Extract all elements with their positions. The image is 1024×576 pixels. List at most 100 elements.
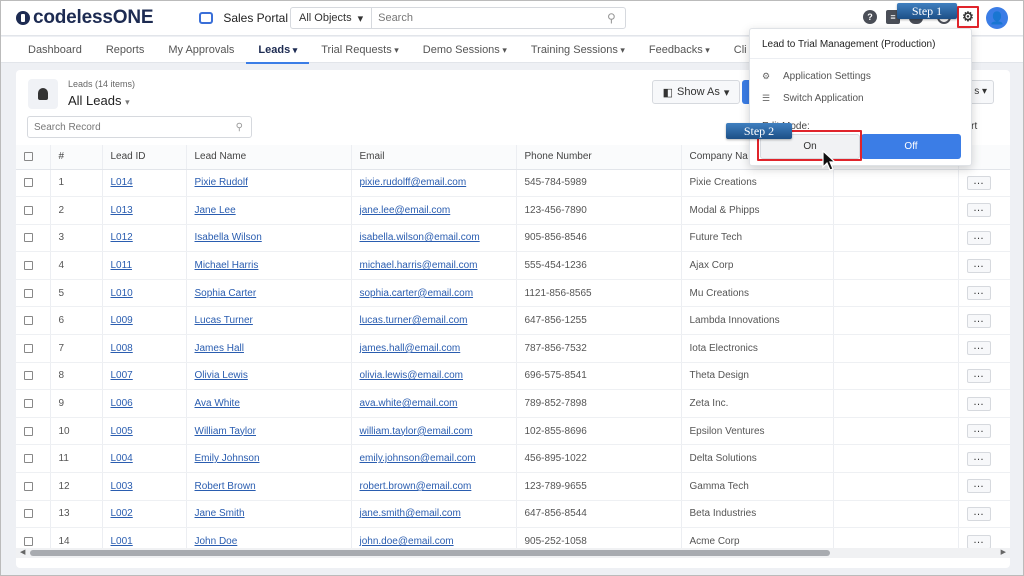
email-link[interactable]: olivia.lewis@email.com [360, 370, 464, 381]
column-header-num[interactable]: # [50, 145, 103, 170]
nav-tab-training-sessions[interactable]: Training Sessions ▾ [519, 37, 637, 63]
table-row[interactable]: 10 L005 William Taylor william.taylor@email… [16, 417, 1010, 446]
lead-id-link[interactable]: L004 [111, 453, 133, 464]
email-link[interactable]: emily.johnson@email.com [360, 453, 476, 464]
more-actions-icon[interactable]: … [966, 424, 991, 439]
column-header-lead-id[interactable]: Lead ID [102, 145, 187, 170]
more-actions-icon[interactable]: … [966, 286, 991, 301]
lead-id-link[interactable]: L012 [111, 232, 133, 243]
row-checkbox[interactable] [24, 260, 33, 270]
lead-name-link[interactable]: James Hall [195, 343, 244, 354]
email-link[interactable]: isabella.wilson@email.com [360, 232, 480, 243]
email-link[interactable]: jane.smith@email.com [360, 508, 461, 519]
more-actions-icon[interactable]: … [966, 506, 991, 521]
lead-id-link[interactable]: L006 [111, 398, 133, 409]
nav-tab-feedbacks[interactable]: Feedbacks ▾ [637, 37, 722, 63]
email-link[interactable]: ava.white@email.com [360, 398, 458, 409]
search-icon[interactable]: ⚲ [607, 11, 625, 25]
row-checkbox[interactable] [24, 398, 33, 408]
column-header-phone[interactable]: Phone Number [516, 145, 682, 170]
application-settings-item[interactable]: ⚙ Application Settings [750, 65, 971, 87]
email-link[interactable]: pixie.rudolff@email.com [360, 177, 467, 188]
user-avatar[interactable]: 👤 [986, 7, 1008, 29]
email-link[interactable]: james.hall@email.com [360, 343, 461, 354]
portal-switcher[interactable]: Sales Portal [199, 11, 288, 25]
table-row[interactable]: 1 L014 Pixie Rudolf pixie.rudolff@email.com… [16, 169, 1010, 198]
lead-name-link[interactable]: Jane Smith [195, 508, 245, 519]
table-row[interactable]: 7 L008 James Hall james.hall@email.com 787-8… [16, 334, 1010, 363]
show-as-button[interactable]: ◧ Show As ▾ [652, 80, 740, 104]
table-row[interactable]: 12 L003 Robert Brown robert.brown@email.com… [16, 472, 1010, 501]
lead-id-link[interactable]: L003 [111, 481, 133, 492]
email-link[interactable]: lucas.turner@email.com [360, 315, 468, 326]
lead-name-link[interactable]: Lucas Turner [195, 315, 253, 326]
lead-name-link[interactable]: Sophia Carter [195, 288, 257, 299]
object-select[interactable]: All Objects ▾ [291, 8, 373, 28]
view-selector[interactable]: All Leads ▾ [68, 93, 130, 108]
table-row[interactable]: 3 L012 Isabella Wilson isabella.wilson@emai… [16, 224, 1010, 253]
lead-id-link[interactable]: L014 [111, 177, 133, 188]
nav-tab-reports[interactable]: Reports [94, 37, 157, 63]
more-actions-icon[interactable]: … [966, 479, 991, 494]
scroll-right-icon[interactable]: ▶ [1001, 548, 1006, 556]
more-actions-icon[interactable]: … [966, 396, 991, 411]
lead-id-link[interactable]: L008 [111, 343, 133, 354]
email-link[interactable]: jane.lee@email.com [360, 205, 451, 216]
table-row[interactable]: 2 L013 Jane Lee jane.lee@email.com 123-456-7… [16, 196, 1010, 225]
row-checkbox[interactable] [24, 426, 33, 436]
lead-id-link[interactable]: L007 [111, 370, 133, 381]
row-checkbox[interactable] [24, 536, 33, 546]
nav-tab-trial-requests[interactable]: Trial Requests ▾ [309, 37, 411, 63]
help-icon[interactable]: ? [863, 10, 877, 24]
search-input[interactable]: Search [372, 12, 607, 24]
lead-id-link[interactable]: L011 [111, 260, 133, 271]
select-all-checkbox[interactable] [24, 152, 33, 162]
row-checkbox[interactable] [24, 316, 33, 326]
column-header-email[interactable]: Email [351, 145, 517, 170]
lead-name-link[interactable]: John Doe [195, 536, 238, 547]
column-header-lead-name[interactable]: Lead Name [186, 145, 352, 170]
lead-name-link[interactable]: Jane Lee [195, 205, 236, 216]
table-row[interactable]: 8 L007 Olivia Lewis olivia.lewis@email.com 6… [16, 362, 1010, 391]
more-actions-icon[interactable]: … [966, 451, 991, 466]
nav-tab-dashboard[interactable]: Dashboard [16, 37, 94, 63]
row-checkbox[interactable] [24, 288, 33, 298]
logo[interactable]: codeless ONE [16, 7, 154, 29]
email-link[interactable]: john.doe@email.com [360, 536, 454, 547]
lead-name-link[interactable]: Emily Johnson [195, 453, 260, 464]
row-checkbox[interactable] [24, 343, 33, 353]
scroll-left-icon[interactable]: ◀ [20, 548, 25, 556]
lead-name-link[interactable]: Pixie Rudolf [195, 177, 248, 188]
more-actions-icon[interactable]: … [966, 534, 991, 549]
table-row[interactable]: 4 L011 Michael Harris michael.harris@email.… [16, 251, 1010, 280]
more-actions-icon[interactable]: … [966, 368, 991, 383]
scrollbar-thumb[interactable] [30, 550, 830, 556]
row-checkbox[interactable] [24, 481, 33, 491]
more-actions-icon[interactable]: … [966, 203, 991, 218]
edit-mode-off-button[interactable]: Off [861, 134, 961, 159]
nav-tab-my-approvals[interactable]: My Approvals [156, 37, 246, 63]
table-row[interactable]: 5 L010 Sophia Carter sophia.carter@email.co… [16, 279, 1010, 308]
email-link[interactable]: sophia.carter@email.com [360, 288, 474, 299]
row-checkbox[interactable] [24, 371, 33, 381]
row-checkbox[interactable] [24, 509, 33, 519]
table-row[interactable]: 6 L009 Lucas Turner lucas.turner@email.com 6… [16, 306, 1010, 336]
lead-id-link[interactable]: L010 [111, 288, 133, 299]
lead-id-link[interactable]: L009 [111, 315, 133, 326]
switch-application-item[interactable]: ☰ Switch Application [750, 87, 971, 109]
table-row[interactable]: 13 L002 Jane Smith jane.smith@email.com 647-… [16, 500, 1010, 529]
nav-tab-leads[interactable]: Leads ▾ [246, 37, 310, 64]
row-checkbox[interactable] [24, 178, 33, 188]
lead-id-link[interactable]: L001 [111, 536, 133, 547]
lead-name-link[interactable]: Robert Brown [195, 481, 256, 492]
email-link[interactable]: michael.harris@email.com [360, 260, 478, 271]
row-checkbox[interactable] [24, 205, 33, 215]
lead-id-link[interactable]: L013 [111, 205, 133, 216]
lead-id-link[interactable]: L002 [111, 508, 133, 519]
more-actions-icon[interactable]: … [966, 258, 991, 273]
nav-tab-demo-sessions[interactable]: Demo Sessions ▾ [411, 37, 519, 63]
horizontal-scrollbar[interactable]: ◀ ▶ [16, 548, 1010, 558]
table-row[interactable]: 9 L006 Ava White ava.white@email.com 789-852… [16, 389, 1010, 418]
lead-name-link[interactable]: Isabella Wilson [195, 232, 262, 243]
lead-name-link[interactable]: William Taylor [195, 426, 257, 437]
